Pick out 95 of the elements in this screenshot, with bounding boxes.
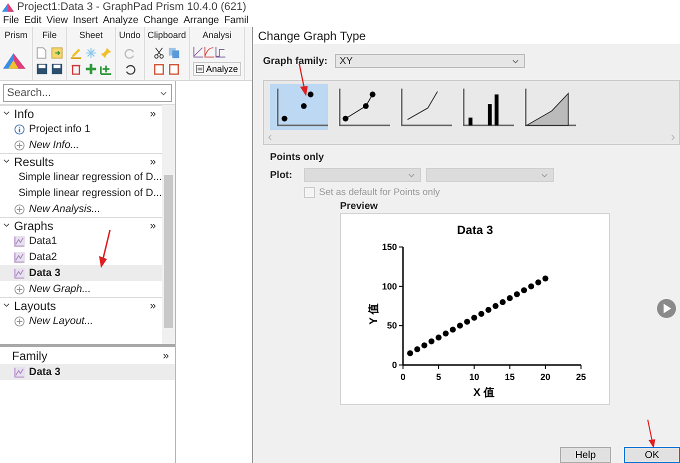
analyze-button[interactable]: Analyze bbox=[193, 62, 242, 76]
menu-item[interactable]: View bbox=[46, 15, 68, 26]
tree-item[interactable]: Simple linear regression of D... bbox=[0, 169, 162, 185]
expand-arrows[interactable]: » bbox=[150, 108, 156, 120]
graph-icon bbox=[14, 236, 25, 246]
section-title: Points only bbox=[270, 152, 325, 163]
tree-item[interactable]: Simple linear regression of D... bbox=[0, 185, 162, 201]
axis-title: Y 值 bbox=[368, 303, 380, 325]
add-icon bbox=[14, 204, 25, 214]
expand-arrows[interactable]: » bbox=[150, 220, 156, 232]
expand-arrows[interactable]: » bbox=[162, 350, 169, 362]
tick-label: 15 bbox=[504, 372, 515, 382]
ribbon-group-label: Sheet bbox=[79, 29, 103, 41]
expand-arrows[interactable]: » bbox=[150, 300, 156, 312]
tree-item[interactable]: Project info 1 bbox=[0, 121, 162, 137]
graph-icon bbox=[14, 268, 25, 278]
analysis-graphs-icon[interactable] bbox=[193, 46, 228, 58]
open-file-icon[interactable] bbox=[51, 46, 63, 58]
menu-item[interactable]: File bbox=[3, 15, 20, 26]
preview-label: Preview bbox=[340, 201, 379, 212]
ribbon-group-label: Prism bbox=[4, 29, 28, 41]
add-table-icon[interactable] bbox=[100, 62, 112, 74]
dialog-button[interactable]: OK bbox=[624, 447, 680, 463]
trash-icon[interactable] bbox=[70, 62, 82, 74]
menu-item[interactable]: Analyze bbox=[102, 15, 138, 26]
chevron-icon[interactable] bbox=[3, 303, 10, 308]
tick-label: 150 bbox=[382, 242, 397, 252]
plus-icon[interactable] bbox=[85, 62, 97, 74]
section-title[interactable]: Results bbox=[14, 154, 150, 168]
scissors-icon[interactable] bbox=[153, 46, 166, 58]
play-icon[interactable] bbox=[657, 298, 676, 318]
tree-item[interactable]: Data 3 bbox=[0, 265, 162, 281]
tree-item[interactable]: Data2 bbox=[0, 249, 162, 265]
chevron-icon[interactable] bbox=[3, 111, 10, 116]
arrow-annotation bbox=[645, 419, 658, 449]
ribbon-group-label: Clipboard bbox=[148, 29, 186, 41]
menu-item[interactable]: Famil bbox=[224, 15, 249, 26]
pane-title: Family bbox=[12, 348, 48, 362]
ribbon-group-label: File bbox=[42, 29, 57, 41]
list-icon bbox=[196, 64, 204, 72]
menu-item[interactable]: Arrange bbox=[183, 15, 220, 26]
new-file-icon[interactable] bbox=[36, 46, 47, 58]
tick-label: 5 bbox=[436, 372, 442, 382]
caret-icon bbox=[512, 58, 520, 64]
graph-type-option[interactable] bbox=[270, 84, 328, 130]
add-icon bbox=[14, 316, 25, 326]
tick-label: 100 bbox=[382, 281, 397, 292]
tree-item[interactable]: New Layout... bbox=[0, 313, 162, 329]
clipboard-icon[interactable] bbox=[153, 62, 166, 74]
dialog-title: Change Graph Type bbox=[258, 28, 366, 42]
section-title[interactable]: Layouts bbox=[14, 298, 150, 312]
tree-item[interactable]: New Graph... bbox=[0, 281, 162, 297]
search-field[interactable]: Search... bbox=[3, 84, 172, 102]
window-title: Project1:Data 3 - GraphPad Prism 10.4.0 (621) bbox=[17, 1, 246, 13]
caret-icon bbox=[541, 172, 548, 178]
caret-icon[interactable] bbox=[160, 91, 167, 96]
undo-icon[interactable] bbox=[124, 62, 136, 74]
graph-icon bbox=[14, 366, 25, 378]
clipboard-icon[interactable] bbox=[168, 62, 180, 74]
menu-item[interactable]: Insert bbox=[72, 15, 98, 26]
field-label: Plot: bbox=[270, 170, 294, 180]
menu-item[interactable]: Change bbox=[143, 15, 178, 26]
save-icon[interactable] bbox=[51, 62, 63, 74]
tick-label: 25 bbox=[576, 372, 586, 382]
field-label: Graph family: bbox=[263, 56, 328, 66]
add-icon bbox=[14, 140, 25, 150]
ribbon-group-label: Undo bbox=[119, 29, 141, 41]
tree-item[interactable]: Data 3 bbox=[0, 364, 175, 380]
add-icon bbox=[14, 284, 25, 294]
section-title[interactable]: Graphs bbox=[14, 218, 150, 232]
tick-label: 0 bbox=[400, 372, 406, 382]
prism-logo-icon bbox=[2, 2, 14, 12]
dialog-button[interactable]: Help bbox=[560, 447, 611, 463]
save-icon[interactable] bbox=[36, 62, 48, 74]
info-icon bbox=[14, 124, 25, 134]
graph-icon bbox=[14, 252, 25, 262]
graph-family-dropdown[interactable]: XY bbox=[335, 54, 526, 68]
tree-item[interactable]: New Info... bbox=[0, 137, 162, 153]
tick-label: 50 bbox=[386, 320, 397, 331]
ribbon-group-label: Analysi bbox=[202, 29, 232, 41]
scrollbar[interactable] bbox=[162, 105, 175, 344]
section-title[interactable]: Info bbox=[14, 106, 150, 120]
chevron-icon[interactable] bbox=[3, 223, 10, 228]
arrow-annotation bbox=[98, 229, 112, 269]
axis-title: X 值 bbox=[473, 387, 495, 399]
tree-item[interactable]: Data1 bbox=[0, 233, 162, 249]
menu-item[interactable]: Edit bbox=[24, 15, 42, 26]
chart-title: Data 3 bbox=[456, 223, 494, 237]
tick-label: 20 bbox=[540, 372, 550, 382]
caret-icon bbox=[408, 172, 415, 178]
tick-label: 0 bbox=[392, 360, 397, 370]
tree-item[interactable]: New Analysis... bbox=[0, 201, 162, 217]
expand-arrows[interactable]: » bbox=[150, 156, 156, 168]
tick-label: 10 bbox=[469, 372, 480, 382]
chevron-icon[interactable] bbox=[3, 159, 10, 164]
